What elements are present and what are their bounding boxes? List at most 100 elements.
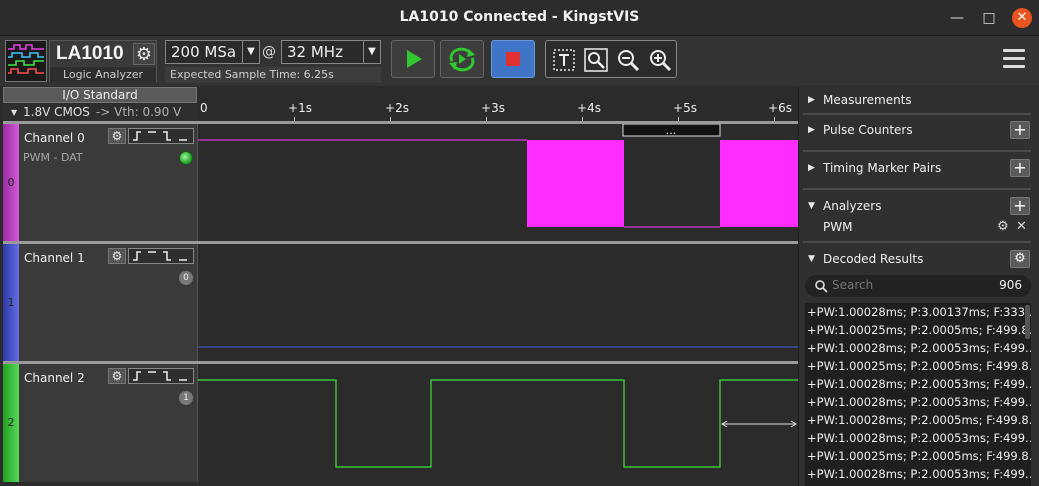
- text-cursor-icon[interactable]: [551, 47, 577, 73]
- zoom-out-icon[interactable]: [615, 47, 641, 73]
- zoom-fit-icon[interactable]: [583, 47, 609, 73]
- divider: [803, 188, 1031, 190]
- channel-color-strip: 0: [3, 124, 19, 242]
- timing-marker-pairs-section[interactable]: ▶ Timing Marker Pairs: [799, 158, 1039, 178]
- triangle-down-icon: ▼: [11, 108, 18, 117]
- trigger-edge-icon: [133, 251, 187, 261]
- channel-color-strip: 2: [3, 364, 19, 482]
- add-analyzer-button[interactable]: +: [1010, 197, 1030, 215]
- maximize-icon[interactable]: □: [979, 8, 999, 28]
- window-title: LA1010 Connected - KingstVIS: [399, 9, 640, 25]
- section-label: Measurements: [823, 93, 912, 107]
- triangle-right-icon: ▶: [808, 163, 815, 173]
- result-row[interactable]: +PW:1.00028ms; P:2.00053ms; F:499....: [805, 429, 1031, 447]
- trigger-edge-icon: [133, 131, 187, 141]
- result-row[interactable]: +PW:1.00028ms; P:2.00053ms; F:499....: [805, 375, 1031, 393]
- decoded-results-settings-gear-icon[interactable]: ⚙: [1010, 250, 1030, 268]
- result-row[interactable]: +PW:1.00025ms; P:2.0005ms; F:499.8...: [805, 321, 1031, 339]
- channel-settings-gear-icon[interactable]: ⚙: [108, 248, 126, 264]
- close-icon[interactable]: ✕: [1012, 8, 1032, 28]
- analyzers-section[interactable]: ▼ Analyzers: [799, 196, 1039, 216]
- io-standard-select[interactable]: ▼ 1.8V CMOS -> Vth: 0.90 V: [3, 104, 197, 121]
- add-timing-marker-pair-button[interactable]: +: [1010, 159, 1030, 177]
- sample-count-value: 200 MSa: [171, 43, 237, 61]
- device-type-label: Logic Analyzer: [50, 67, 156, 82]
- io-standard-header: I/O Standard: [3, 87, 197, 103]
- play-icon: [407, 50, 422, 68]
- decoded-results-section[interactable]: ▼ Decoded Results: [799, 249, 1039, 269]
- time-ruler[interactable]: 0 +1s +2s +3s +4s +5s +6s: [198, 87, 798, 122]
- channel-name[interactable]: Channel 0: [24, 131, 85, 145]
- device-settings-gear-icon[interactable]: ⚙: [133, 43, 155, 65]
- divider: [803, 113, 1031, 115]
- run-button[interactable]: [391, 40, 435, 78]
- vth-value: -> Vth: 0.90 V: [95, 105, 182, 119]
- add-pulse-counter-button[interactable]: +: [1010, 121, 1030, 139]
- minimize-icon[interactable]: —: [947, 8, 967, 28]
- triangle-down-icon: ▼: [808, 254, 815, 264]
- analyzer-item[interactable]: PWM ⚙ ✕: [799, 218, 1039, 236]
- loop-run-button[interactable]: [440, 40, 484, 78]
- result-row[interactable]: +PW:1.00025ms; P:2.0005ms; F:499.8...: [805, 357, 1031, 375]
- results-scrollbar[interactable]: [1025, 305, 1030, 339]
- triangle-right-icon: ▶: [808, 125, 815, 135]
- zoom-in-icon[interactable]: [647, 47, 673, 73]
- stop-button[interactable]: [491, 40, 535, 78]
- channel-settings-gear-icon[interactable]: ⚙: [108, 128, 126, 144]
- section-label: Decoded Results: [823, 252, 924, 266]
- channel-header: Channel 1 ⚙ 0: [19, 244, 198, 362]
- app-window: LA1010 Connected - KingstVIS — □ ✕ LA101…: [0, 0, 1039, 486]
- channel-row-1: 1 Channel 1 ⚙ 0: [3, 244, 798, 362]
- trigger-select[interactable]: [128, 248, 194, 264]
- loop-run-icon: [449, 47, 475, 72]
- sample-rate-select[interactable]: 32 MHz ▼: [281, 40, 381, 64]
- channel-name[interactable]: Channel 2: [24, 371, 85, 385]
- pulse-counters-section[interactable]: ▶ Pulse Counters: [799, 120, 1039, 140]
- channel-number-badge: 0: [179, 271, 193, 285]
- results-search[interactable]: 906: [805, 275, 1031, 297]
- section-label: Pulse Counters: [823, 123, 913, 137]
- expected-sample-time: Expected Sample Time: 6.25s: [165, 67, 381, 83]
- channel-0-waveform[interactable]: ...: [198, 124, 798, 242]
- chevron-down-icon: ▼: [242, 41, 259, 63]
- trigger-select[interactable]: [128, 128, 194, 144]
- marker-label: ...: [666, 124, 677, 137]
- at-separator: @: [262, 44, 276, 60]
- channel-settings-gear-icon[interactable]: ⚙: [108, 368, 126, 384]
- logic-analyzer-logo-icon: [5, 40, 47, 82]
- decoded-results-list[interactable]: +PW:1.00028ms; P:3.00137ms; F:333.... +P…: [805, 303, 1031, 486]
- ruler-tick-label: +1s: [288, 101, 312, 115]
- search-input[interactable]: [832, 278, 982, 292]
- result-row[interactable]: +PW:1.00028ms; P:2.0005ms; F:499.8...: [805, 411, 1031, 429]
- sample-rate-value: 32 MHz: [287, 43, 343, 61]
- channel-status-led-icon: [179, 151, 193, 165]
- stop-icon: [506, 52, 520, 66]
- section-label: Timing Marker Pairs: [823, 161, 942, 175]
- result-row[interactable]: +PW:1.00028ms; P:3.00137ms; F:333....: [805, 303, 1031, 321]
- toolbar: LA1010 ⚙ Logic Analyzer 200 MSa ▼ @ 32 M…: [0, 36, 1039, 86]
- hamburger-menu-icon[interactable]: [1003, 49, 1027, 71]
- result-row[interactable]: +PW:1.00028ms; P:2.00053ms; F:499....: [805, 339, 1031, 357]
- device-selector[interactable]: LA1010 ⚙ Logic Analyzer: [49, 40, 157, 82]
- channel-2-waveform[interactable]: [198, 364, 798, 482]
- channel-name[interactable]: Channel 1: [24, 251, 85, 265]
- analyzer-name: PWM: [823, 220, 853, 234]
- trigger-select[interactable]: [128, 368, 194, 384]
- result-row[interactable]: +PW:1.00028ms; P:2.00053ms; F:499....: [805, 393, 1031, 411]
- divider: [803, 150, 1031, 152]
- analyzer-settings-gear-icon[interactable]: ⚙: [997, 218, 1009, 236]
- remove-analyzer-close-icon[interactable]: ✕: [1016, 218, 1027, 236]
- chevron-down-icon: ▼: [363, 41, 380, 63]
- title-bar: LA1010 Connected - KingstVIS — □ ✕: [0, 0, 1039, 36]
- channel-label: PWM - DAT: [23, 151, 83, 164]
- channel-1-waveform[interactable]: [198, 244, 798, 362]
- channel-header: Channel 0 PWM - DAT ⚙: [19, 124, 198, 242]
- sample-count-select[interactable]: 200 MSa ▼: [165, 40, 260, 64]
- result-row[interactable]: +PW:1.00025ms; P:2.0005ms; F:499.8...: [805, 447, 1031, 465]
- result-row[interactable]: +PW:1.00028ms; P:2.00053ms; F:499....: [805, 465, 1031, 483]
- section-label: Analyzers: [823, 199, 882, 213]
- measurements-section[interactable]: ▶ Measurements: [799, 90, 1039, 110]
- triangle-right-icon: ▶: [808, 95, 815, 105]
- io-standard-value: 1.8V CMOS: [23, 105, 90, 119]
- ruler-tick-label: +5s: [673, 101, 697, 115]
